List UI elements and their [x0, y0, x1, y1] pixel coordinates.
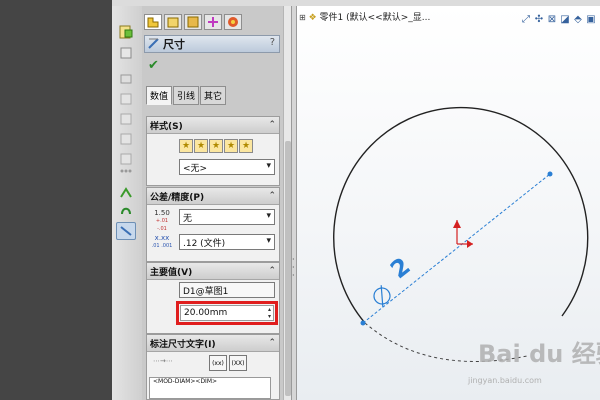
watermark-logo: Bai du 经验 [478, 340, 600, 368]
sketch-tool-icon[interactable] [116, 23, 136, 41]
watermark-url: jingyan.baidu.com [468, 376, 542, 385]
relations-tool-icon[interactable] [116, 184, 136, 202]
dimension-value-text: 20.00mm [184, 308, 228, 318]
tab-leaders[interactable]: 引线 [173, 86, 200, 105]
style-select[interactable]: <无> [179, 159, 275, 175]
styles-group-header[interactable]: 样式(S) ⌃ [147, 117, 279, 134]
tolerance-group: 公差/精度(P) ⌃ 1.50 +.01 -.01 无 x.xx .01 .00… [146, 187, 280, 262]
apply-default-style-icon[interactable]: ★ [179, 139, 193, 153]
dimension-endpoint-bottom [360, 320, 366, 326]
configuration-manager-tab-icon[interactable] [184, 14, 202, 30]
precision-icon-label: x.xx [154, 234, 170, 242]
insert-dim-tolerance-button[interactable]: (XX) [229, 355, 247, 371]
tab-value[interactable]: 数值 [146, 86, 173, 105]
property-manager-tab-icon[interactable] [164, 14, 182, 30]
delete-style-icon[interactable]: ★ [209, 139, 223, 153]
collapse-chevron-icon[interactable]: ⌃ [268, 266, 276, 276]
dimension-text-group-header[interactable]: 标注尺寸文字(I) ⌃ [147, 335, 279, 352]
style-buttons-row: ★ ★ ★ ★ ★ [179, 139, 254, 153]
style-select-value: <无> [183, 163, 208, 174]
tolerance-type-value: 无 [183, 213, 193, 224]
precision-select[interactable]: .12 (文件) [179, 234, 275, 250]
dimension-text-group: 标注尺寸文字(I) ⌃ ⋯→⋯ (xx) (XX) <MOD-DIAM><DIM… [146, 334, 280, 400]
primary-value-group: 主要值(V) ⌃ D1@草图1 20.00mm ▴ ▾ [146, 262, 280, 334]
dimxpert-tab-icon[interactable] [204, 14, 222, 30]
dimension-text-area[interactable]: <MOD-DIAM><DIM> [149, 377, 271, 399]
dimension-icon [148, 38, 159, 49]
property-manager-title-bar: 尺寸 ? [144, 35, 280, 53]
desktop-background [0, 0, 112, 400]
tolerance-icon-label: 1.50 [154, 209, 170, 217]
value-spinner-icon[interactable]: ▴ ▾ [268, 306, 271, 320]
left-command-toolbar [112, 6, 143, 400]
primary-value-group-header[interactable]: 主要值(V) ⌃ [147, 263, 279, 280]
dimension-endpoint-top [547, 171, 553, 177]
property-manager-title: 尺寸 [163, 38, 185, 51]
tab-other[interactable]: 其它 [200, 86, 227, 105]
text-position-icon[interactable]: ⋯→⋯ [153, 357, 173, 365]
precision-value: .12 (文件) [183, 238, 226, 249]
property-manager-panel: 尺寸 ? ✔ 数值 引线 其它 样式(S) ⌃ ★ ★ ★ ★ ★ <无> 公差… [142, 6, 283, 400]
styles-group-title: 样式(S) [150, 121, 183, 132]
diameter-dimension-line [362, 173, 551, 324]
styles-group: 样式(S) ⌃ ★ ★ ★ ★ ★ <无> [146, 116, 280, 186]
help-button[interactable]: ? [270, 37, 275, 48]
tolerance-group-title: 公差/精度(P) [150, 192, 205, 203]
trim-tool-icon[interactable] [116, 202, 136, 220]
tolerance-type-select[interactable]: 无 [179, 209, 275, 225]
display-manager-tab-icon[interactable] [224, 14, 242, 30]
dimension-property-tabs: 数值 引线 其它 [146, 86, 227, 105]
collapse-chevron-icon[interactable]: ⌃ [268, 120, 276, 130]
tolerance-group-header[interactable]: 公差/精度(P) ⌃ [147, 188, 279, 205]
collapse-chevron-icon[interactable]: ⌃ [268, 191, 276, 201]
origin-arrow-up-icon [453, 220, 461, 228]
feature-manager-tab-icon[interactable] [144, 14, 162, 30]
dimension-name-value: D1@草图1 [183, 286, 229, 297]
arc-tool-icon[interactable] [116, 130, 136, 148]
rectangle-tool-icon[interactable] [116, 90, 136, 108]
dimension-text-value: <MOD-DIAM><DIM> [153, 378, 218, 385]
dimension-value-input[interactable]: 20.00mm ▴ ▾ [180, 305, 274, 321]
load-style-icon[interactable]: ★ [239, 139, 253, 153]
splitter-grip-icon[interactable]: · · · [292, 256, 295, 280]
dimension-tool-icon[interactable] [116, 222, 136, 240]
smart-dimension-icon[interactable] [116, 44, 136, 62]
origin-arrow-right-icon [467, 240, 473, 248]
ok-check-button[interactable]: ✔ [148, 58, 159, 73]
dimension-name-field[interactable]: D1@草图1 [179, 282, 275, 298]
save-style-icon[interactable]: ★ [224, 139, 238, 153]
insert-dim-button[interactable]: (xx) [209, 355, 227, 371]
precision-icon-sub: .01 .001 [151, 243, 173, 249]
circle-tool-icon[interactable] [116, 110, 136, 128]
precision-icon: x.xx .01 .001 [151, 234, 173, 250]
add-style-icon[interactable]: ★ [194, 139, 208, 153]
pattern-tool-icon[interactable] [116, 162, 136, 180]
diameter-symbol-icon [373, 285, 391, 307]
line-tool-icon[interactable] [116, 70, 136, 88]
dimension-text-group-title: 标注尺寸文字(I) [150, 339, 216, 350]
sketch-circle [333, 106, 589, 324]
collapse-chevron-icon[interactable]: ⌃ [268, 338, 276, 348]
primary-value-group-title: 主要值(V) [150, 267, 193, 278]
tolerance-type-icon: 1.50 +.01 -.01 [151, 209, 173, 233]
tolerance-icon-sub: +.01 -.01 [155, 218, 169, 232]
manager-tabs [144, 14, 242, 30]
